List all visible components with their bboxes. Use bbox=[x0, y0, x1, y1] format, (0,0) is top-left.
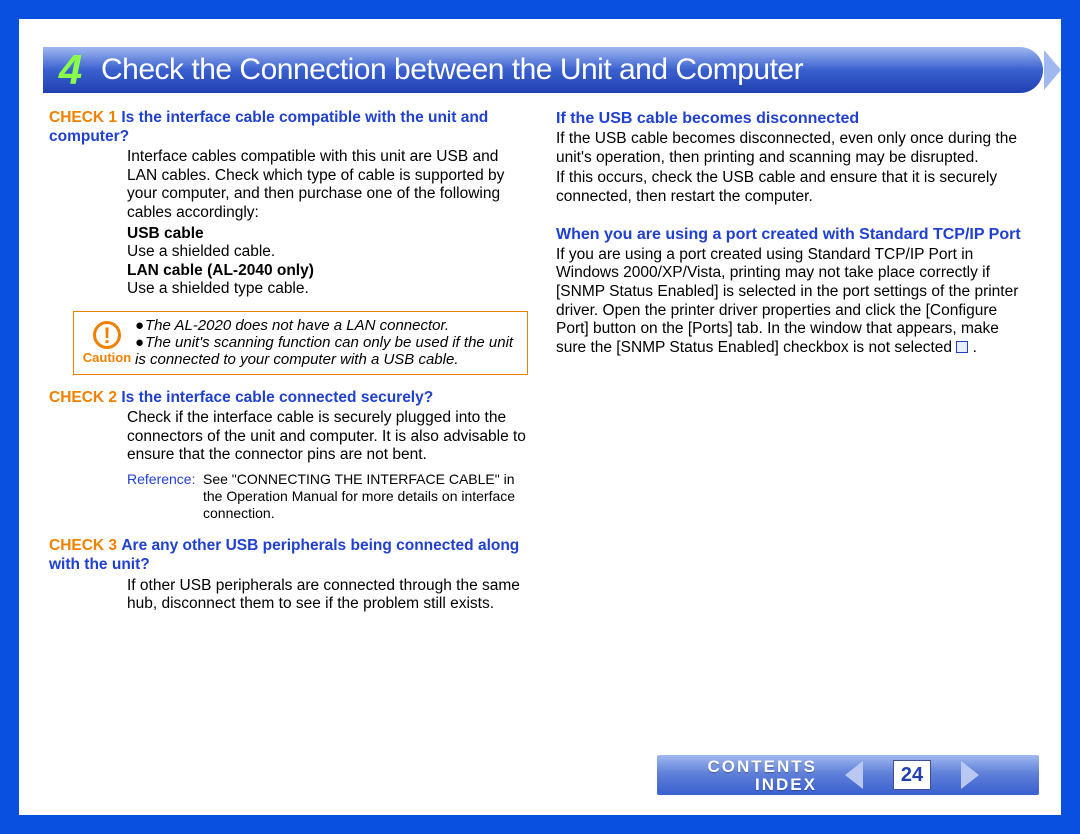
body-text: If you are using a port created using St… bbox=[556, 246, 1033, 358]
check-2: CHECK 2 Is the interface cable connected… bbox=[49, 389, 526, 522]
nav-bar: CONTENTS INDEX 24 bbox=[657, 755, 1039, 795]
body-text: Use a shielded type cable. bbox=[127, 280, 526, 299]
check-title: Are any other USB peripherals being conn… bbox=[49, 537, 519, 573]
sub-heading: USB cable bbox=[127, 225, 526, 244]
caution-box: ! Caution ●The AL-2020 does not have a L… bbox=[73, 311, 528, 375]
section-heading: If the USB cable becomes disconnected bbox=[556, 109, 1033, 128]
chevron-right-icon bbox=[1044, 50, 1061, 90]
right-column: If the USB cable becomes disconnected If… bbox=[556, 109, 1033, 626]
body-text: If this occurs, check the USB cable and … bbox=[556, 169, 1033, 206]
left-column: CHECK 1 Is the interface cable compatibl… bbox=[49, 109, 526, 626]
section-heading: When you are using a port created with S… bbox=[556, 225, 1033, 244]
caution-icon: ! bbox=[93, 321, 121, 349]
nav-links: CONTENTS INDEX bbox=[657, 755, 829, 795]
check-3: CHECK 3 Are any other USB peripherals be… bbox=[49, 537, 526, 613]
next-page-button[interactable] bbox=[945, 761, 995, 789]
reference-text: See "CONNECTING THE INTERFACE CABLE" in … bbox=[203, 471, 526, 521]
body-text: If other USB peripherals are connected t… bbox=[127, 577, 526, 614]
page-number: 24 bbox=[893, 760, 931, 790]
body-text-part: . bbox=[968, 339, 977, 356]
caution-text: ●The AL-2020 does not have a LAN connect… bbox=[135, 317, 519, 369]
reference-label: Reference: bbox=[127, 471, 203, 521]
caution-line: The unit's scanning function can only be… bbox=[135, 334, 513, 368]
body-text: Check if the interface cable is securely… bbox=[127, 409, 526, 465]
check-1: CHECK 1 Is the interface cable compatibl… bbox=[49, 109, 526, 299]
caution-line: The AL-2020 does not have a LAN connecto… bbox=[145, 317, 449, 334]
body-text: Interface cables compatible with this un… bbox=[127, 148, 526, 222]
body-text: If the USB cable becomes disconnected, e… bbox=[556, 130, 1033, 167]
checkbox-icon bbox=[956, 341, 968, 353]
check-label: CHECK 3 bbox=[49, 537, 117, 554]
sub-heading: LAN cable (AL-2040 only) bbox=[127, 262, 526, 281]
check-label: CHECK 1 bbox=[49, 109, 117, 126]
section-title-bar: 4 Check the Connection between the Unit … bbox=[43, 47, 1043, 93]
contents-link[interactable]: CONTENTS bbox=[708, 758, 818, 775]
document-page: 4 Check the Connection between the Unit … bbox=[19, 19, 1061, 815]
prev-page-button[interactable] bbox=[829, 761, 879, 789]
triangle-left-icon bbox=[845, 761, 863, 789]
index-link[interactable]: INDEX bbox=[755, 776, 817, 793]
section-usb-disconnected: If the USB cable becomes disconnected If… bbox=[556, 109, 1033, 207]
section-number: 4 bbox=[43, 47, 93, 93]
reference-row: Reference: See "CONNECTING THE INTERFACE… bbox=[127, 471, 526, 521]
body-text: Use a shielded cable. bbox=[127, 243, 526, 262]
caution-icon-wrap: ! Caution bbox=[79, 321, 135, 366]
check-label: CHECK 2 bbox=[49, 389, 117, 406]
body-text-part: If you are using a port created using St… bbox=[556, 246, 1018, 356]
section-title: Check the Connection between the Unit an… bbox=[101, 53, 803, 87]
section-tcpip-port: When you are using a port created with S… bbox=[556, 225, 1033, 358]
caution-label: Caution bbox=[79, 350, 135, 366]
triangle-right-icon bbox=[961, 761, 979, 789]
content-area: CHECK 1 Is the interface cable compatibl… bbox=[49, 109, 1034, 626]
check-title: Is the interface cable connected securel… bbox=[121, 389, 433, 406]
